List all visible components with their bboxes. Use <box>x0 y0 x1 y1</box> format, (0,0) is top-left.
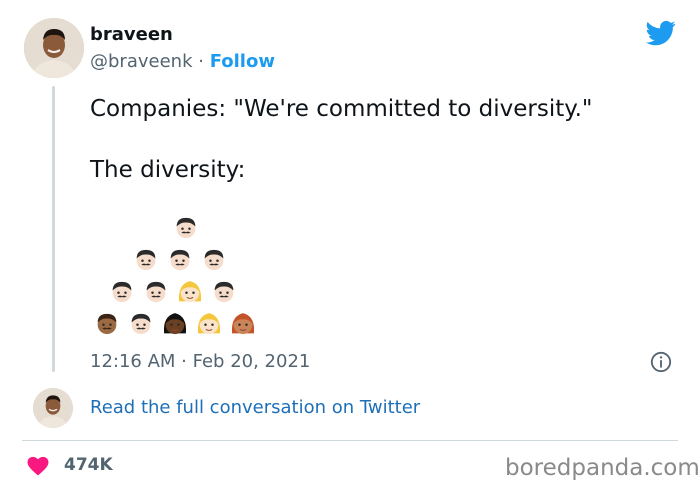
handle-separator: · <box>198 51 204 72</box>
man-emoji-icon <box>112 281 132 303</box>
watermark: boredpanda.com <box>505 455 700 481</box>
author-name[interactable]: braveen <box>90 24 173 45</box>
read-conversation-link[interactable]: Read the full conversation on Twitter <box>90 397 420 418</box>
woman-blonde-emoji-icon <box>197 313 221 335</box>
woman-red-emoji-icon <box>231 313 255 335</box>
twitter-bird-icon[interactable] <box>645 18 677 48</box>
follow-button[interactable]: Follow <box>210 51 275 72</box>
woman-dark-emoji-icon <box>163 313 187 335</box>
man-emoji-icon <box>204 249 224 271</box>
man-emoji-icon <box>214 281 234 303</box>
author-handle[interactable]: @braveenk <box>90 51 193 72</box>
woman-blonde-emoji-icon <box>178 281 202 303</box>
thread-line <box>52 86 55 372</box>
man-emoji-icon <box>170 249 190 271</box>
divider <box>22 440 678 441</box>
man-emoji-icon <box>136 249 156 271</box>
tweet-timestamp[interactable]: 12:16 AM · Feb 20, 2021 <box>90 351 310 372</box>
author-avatar[interactable] <box>24 18 84 78</box>
man-emoji-icon <box>131 313 151 335</box>
reply-avatar[interactable] <box>33 388 73 428</box>
tweet-text-line1: Companies: "We're committed to diversity… <box>90 96 593 122</box>
man-emoji-icon <box>146 281 166 303</box>
info-icon[interactable] <box>650 351 672 373</box>
heart-icon[interactable] <box>27 456 49 476</box>
man-brown-emoji-icon <box>97 313 117 335</box>
like-count[interactable]: 474K <box>64 455 113 475</box>
tweet-text-line2: The diversity: <box>90 157 246 183</box>
author-handle-row: @braveenk · Follow <box>90 51 275 72</box>
man-emoji-icon <box>176 217 196 239</box>
